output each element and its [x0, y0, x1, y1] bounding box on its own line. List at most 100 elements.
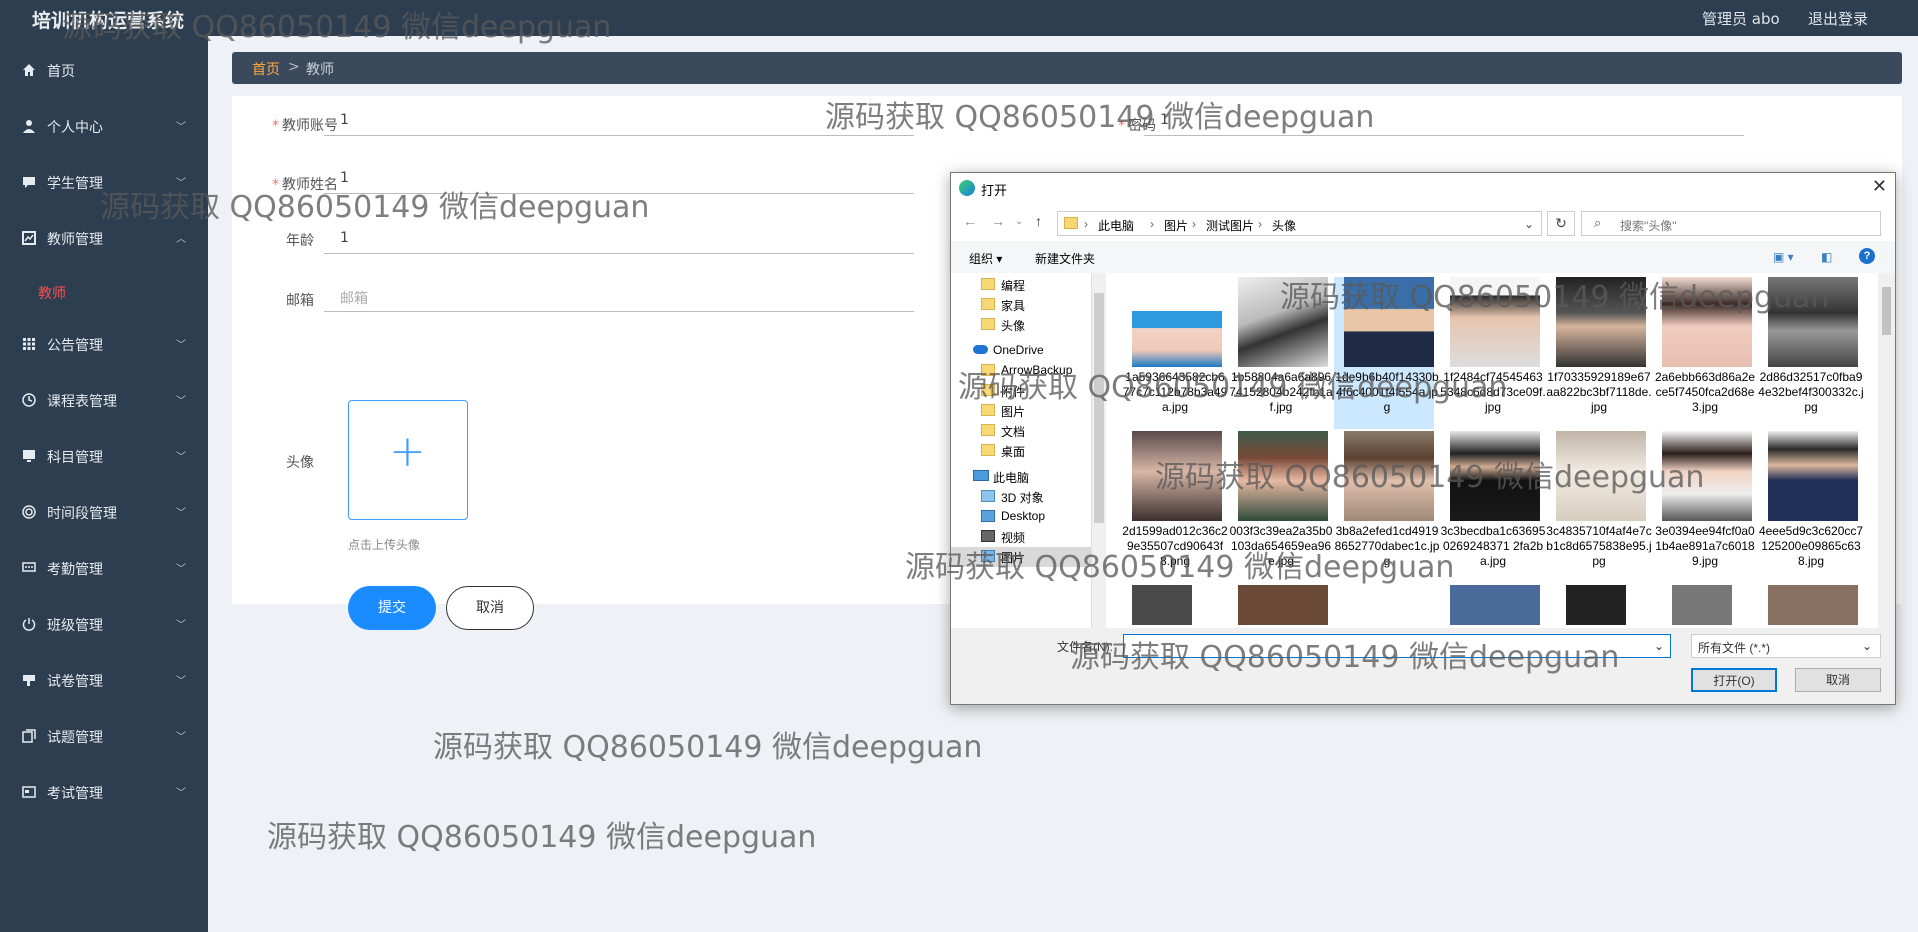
help-icon[interactable]: ?: [1859, 248, 1875, 264]
account-input[interactable]: 1: [324, 96, 914, 136]
sidebar-subitem-teacher[interactable]: 教师: [0, 272, 208, 312]
submit-button[interactable]: 提交: [348, 586, 436, 630]
file-item[interactable]: 2a6ebb663d86a2ece5f7450fca2d68e3.jpg: [1652, 277, 1755, 429]
sidebar-item-timeslots[interactable]: 时间段管理 ﹀: [0, 492, 208, 532]
file-thumbnail-partial[interactable]: [1768, 585, 1858, 625]
back-icon[interactable]: ←: [963, 213, 977, 229]
tree-item-selected[interactable]: 图片: [951, 547, 1091, 567]
logout-link[interactable]: 退出登录: [1808, 8, 1868, 29]
sidebar-item-attendance[interactable]: 考勤管理 ﹀: [0, 548, 208, 588]
tree-item[interactable]: Desktop: [981, 507, 1091, 527]
path-segment[interactable]: 测试图片: [1206, 217, 1254, 234]
file-open-dialog: 打开 ✕ ← → ⌄ ↑ › 此电脑 › 图片 › 测试图片 › 头像 ⌄ ↻ …: [950, 172, 1896, 705]
sidebar-item-home[interactable]: 首页: [0, 50, 208, 90]
search-box[interactable]: ⌕ 搜索"头像": [1581, 211, 1881, 236]
name-input[interactable]: 1: [324, 154, 914, 194]
avatar-upload[interactable]: +: [348, 400, 468, 520]
sidebar-item-students[interactable]: 学生管理 ﹀: [0, 162, 208, 202]
file-item[interactable]: 4eee5d9c3c620cc7125200e09865c638.jpg: [1758, 431, 1863, 583]
sidebar-item-teachers[interactable]: 教师管理 ︿: [0, 218, 208, 258]
chevron-down-icon[interactable]: ⌄: [1524, 217, 1534, 231]
up-icon[interactable]: ↑: [1035, 213, 1042, 229]
file-thumbnail-partial[interactable]: [1238, 585, 1328, 625]
file-grid-scrollbar[interactable]: [1878, 273, 1895, 628]
forward-icon[interactable]: →: [991, 213, 1005, 229]
tree-item[interactable]: 图片: [981, 401, 1091, 421]
file-item[interactable]: 2d1599ad012c36c29e35507cd90643f8.png: [1122, 431, 1228, 583]
tree-item[interactable]: OneDrive: [973, 341, 1091, 361]
file-item[interactable]: 1b58804a6a6a89674152804b242fb1af.jpg: [1228, 277, 1333, 429]
filename-input[interactable]: ⌄: [1123, 634, 1671, 658]
path-segment[interactable]: 此电脑: [1098, 217, 1134, 234]
file-item[interactable]: 1f2484cf745454635348c6d8d73ce09f.jpg: [1440, 277, 1546, 429]
folder-tree: 编程 家具 头像 OneDrive ArrowBackup 附件 图片 文档 桌…: [951, 273, 1103, 628]
file-thumbnail-partial[interactable]: [1672, 585, 1732, 625]
tree-item[interactable]: 附件: [981, 381, 1091, 401]
sidebar: 首页 个人中心 ﹀ 学生管理 ﹀ 教师管理 ︿ 教师 公告管理 ﹀ 课程表管理 …: [0, 36, 208, 932]
path-box[interactable]: › 此电脑 › 图片 › 测试图片 › 头像 ⌄: [1057, 211, 1542, 236]
search-placeholder: 搜索"头像": [1620, 219, 1677, 233]
sidebar-item-label: 科目管理: [47, 450, 103, 466]
scrollbar-thumb[interactable]: [1094, 293, 1104, 523]
breadcrumb-home[interactable]: 首页: [252, 59, 280, 79]
file-thumbnail: [1344, 277, 1434, 367]
scrollbar-thumb[interactable]: [1882, 287, 1891, 335]
tree-item[interactable]: 编程: [981, 275, 1091, 295]
file-name: 1f70335929189e67aa822bc3bf7118de.jpg: [1546, 370, 1652, 414]
sidebar-item-papers[interactable]: 试卷管理 ﹀: [0, 660, 208, 700]
sidebar-item-exams[interactable]: 考试管理 ﹀: [0, 772, 208, 812]
file-thumbnail: [1450, 431, 1540, 521]
filetype-select[interactable]: 所有文件 (*.*) ⌄: [1691, 634, 1881, 658]
view-icon[interactable]: ▣ ▾: [1773, 250, 1794, 264]
age-input[interactable]: 1: [324, 214, 914, 254]
edge-browser-icon: [959, 180, 975, 196]
video-icon: [981, 530, 995, 542]
tree-item[interactable]: 头像: [981, 315, 1091, 335]
email-input[interactable]: 邮箱: [324, 272, 914, 312]
tree-item[interactable]: 文档: [981, 421, 1091, 441]
tree-item[interactable]: 家具: [981, 295, 1091, 315]
path-segment[interactable]: 头像: [1272, 217, 1296, 234]
user-icon: [23, 120, 35, 133]
tree-item[interactable]: 桌面: [981, 441, 1091, 461]
file-item[interactable]: 2d86d32517c0fba94e32bef4f300332c.jpg: [1758, 277, 1864, 429]
file-item-selected[interactable]: 1de9b6b40f14330b4f6c4001f4f554a.jpg: [1334, 277, 1439, 429]
sidebar-item-schedule[interactable]: 课程表管理 ﹀: [0, 380, 208, 420]
new-folder-button[interactable]: 新建文件夹: [1035, 250, 1095, 267]
file-item[interactable]: 3c3becdba1c636950269248371 2fa2ba.jpg: [1440, 431, 1545, 583]
sidebar-item-label: 学生管理: [47, 176, 103, 192]
file-thumbnail-partial[interactable]: [1132, 585, 1192, 625]
file-item[interactable]: 003f3c39ea2a35b0103da654659ea96e.jpg: [1228, 431, 1332, 583]
sidebar-item-subjects[interactable]: 科目管理 ﹀: [0, 436, 208, 476]
chevron-down-icon: ﹀: [176, 452, 186, 463]
path-segment[interactable]: 图片: [1164, 217, 1188, 234]
organize-button[interactable]: 组织 ▾: [969, 250, 1002, 267]
sidebar-item-notices[interactable]: 公告管理 ﹀: [0, 324, 208, 364]
sidebar-item-profile[interactable]: 个人中心 ﹀: [0, 106, 208, 146]
sidebar-item-questions[interactable]: 试题管理 ﹀: [0, 716, 208, 756]
chevron-down-icon: ﹀: [176, 620, 186, 631]
tree-item[interactable]: ArrowBackup: [981, 361, 1101, 381]
preview-pane-icon[interactable]: ◧: [1821, 250, 1832, 264]
file-item[interactable]: 1a5936643582cb677c7c112b78b3a49a.jpg: [1122, 277, 1227, 429]
chevron-down-icon[interactable]: ⌄: [1654, 639, 1664, 653]
refresh-button[interactable]: ↻: [1547, 211, 1575, 236]
tree-item[interactable]: 视频: [981, 527, 1091, 547]
cancel-button[interactable]: 取消: [446, 586, 534, 630]
sidebar-item-classes[interactable]: 班级管理 ﹀: [0, 604, 208, 644]
dialog-cancel-button[interactable]: 取消: [1795, 668, 1881, 692]
file-thumbnail-partial[interactable]: [1450, 585, 1540, 625]
close-icon[interactable]: ✕: [1872, 176, 1887, 197]
file-item[interactable]: 3e0394ee94fcf0a01b4ae891a7c60189.jpg: [1652, 431, 1755, 583]
open-button[interactable]: 打开(O): [1691, 668, 1777, 692]
tree-item[interactable]: 3D 对象: [981, 487, 1091, 507]
recent-dropdown-icon[interactable]: ⌄: [1015, 216, 1023, 227]
file-item[interactable]: 3c4835710f4af4e7cb1c8d6575838e95.jpg: [1546, 431, 1652, 583]
file-item[interactable]: 3b8a2efed1cd49198652770dabec1c.jpg: [1334, 431, 1439, 583]
tree-scrollbar[interactable]: [1091, 273, 1105, 628]
password-input[interactable]: 1: [1144, 96, 1744, 136]
file-thumbnail-partial[interactable]: [1566, 585, 1626, 625]
file-item[interactable]: 1f70335929189e67aa822bc3bf7118de.jpg: [1546, 277, 1652, 429]
folder-icon: [981, 364, 995, 376]
tree-item[interactable]: 此电脑: [973, 467, 1091, 487]
